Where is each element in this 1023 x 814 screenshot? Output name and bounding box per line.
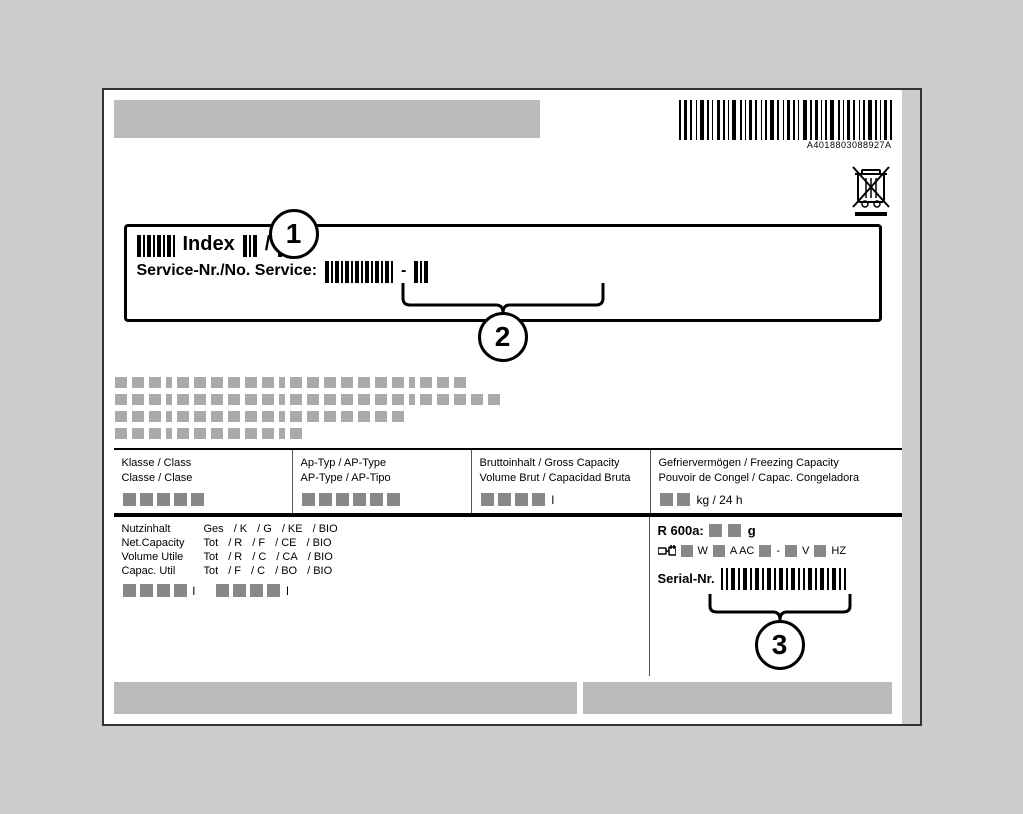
cap-col-type-header: Ap-Typ / AP-TypeAP-Type / AP-Tipo [301,456,463,487]
cap-col-class-header: Klasse / ClassClasse / Clase [122,456,284,487]
sticker-area: Index / Service-Nr./No. Service: [124,224,882,322]
bottom-gray-bar [114,682,892,714]
net-row-1: Nutzinhalt Ges / K / G / KE / BIO [122,523,641,535]
net-capacity-label: Net.Capacity [122,537,194,549]
net-row-3: Volume Utile Tot / R / C / CA / BIO [122,551,641,563]
nutzinhalt-label: Nutzinhalt [122,523,194,535]
net-capacity-ce: / CE [275,537,296,549]
badge-2: 2 [478,312,528,362]
capac-util-label: Capac. Util [122,565,194,577]
volume-utile-bio: / BIO [308,551,333,563]
capac-util-tot: Tot [204,565,219,577]
text-lines-section [114,376,910,440]
sticker-row2: Service-Nr./No. Service: [137,259,869,283]
volume-utile-label: Volume Utile [122,551,194,563]
net-capacity-tot: Tot [204,537,219,549]
r600a-unit: g [748,523,756,538]
net-bottom-val-1: l [122,583,196,598]
nutzinhalt-k: / K [234,523,247,535]
net-row-2: Net.Capacity Tot / R / F / CE / BIO [122,537,641,549]
net-row-4: Capac. Util Tot / F / C / BO / BIO [122,565,641,577]
cap-col-type-value [301,492,463,507]
text-line-1 [114,376,910,389]
net-section: Nutzinhalt Ges / K / G / KE / BIO Net.Ca… [114,515,910,676]
capac-util-f: / F [228,565,241,577]
net-capacity-f: / F [252,537,265,549]
gray-bar-top-left [114,100,540,138]
r600a-label: R 600a: [658,523,704,538]
net-left: Nutzinhalt Ges / K / G / KE / BIO Net.Ca… [114,517,650,676]
weee-icon [850,164,892,216]
cap-col-gross-header: Bruttoinhalt / Gross CapacityVolume Brut… [480,456,642,487]
gross-unit: l [552,493,555,507]
text-line-4 [114,427,910,440]
badge-1: 1 [269,209,319,259]
volume-utile-tot: Tot [204,551,219,563]
text-line-3 [114,410,910,423]
nutzinhalt-ke: / KE [282,523,303,535]
freeze-unit: kg / 24 h [697,493,743,507]
serial-row: Serial-Nr. [658,566,902,590]
nutzinhalt-ges: Ges [204,523,224,535]
net-bottom-val-2: l [215,583,289,598]
cap-col-class-value [122,492,284,507]
nutzinhalt-bio: / BIO [313,523,338,535]
capacity-table: Klasse / ClassClasse / Clase Ap-Typ / AP… [114,448,910,516]
text-line-2 [114,393,910,406]
r600a-row: R 600a: g [658,523,902,538]
volume-utile-ca: / CA [276,551,297,563]
volume-utile-r: / R [228,551,242,563]
net-capacity-r: / R [228,537,242,549]
sticker-row1: Index / [137,233,869,257]
badge-3: 3 [755,620,805,670]
label-container: A4018803088927A [102,88,922,727]
serial-label: Serial-Nr. [658,571,715,586]
cap-col-freeze-value: kg / 24 h [659,492,902,507]
net-unit-2: l [286,584,289,598]
serial-barcode [721,566,846,590]
capacity-col-gross: Bruttoinhalt / Gross CapacityVolume Brut… [472,450,651,514]
cap-col-freeze-header: Gefriervermögen / Freezing CapacityPouvo… [659,456,902,487]
index-label: Index [183,233,235,256]
barcode-number: A4018803088927A [807,140,892,150]
net-capacity-bio: / BIO [307,537,332,549]
net-bottom-row: l l [122,583,641,598]
power-icon [658,545,676,557]
right-side-bar [902,90,920,725]
bracket-down-svg [393,283,613,313]
capac-util-bo: / BO [275,565,297,577]
electrical-row: W A AC - V HZ [658,544,902,558]
capac-util-bio: / BIO [307,565,332,577]
service-nr-label: Service-Nr./No. Service: [137,262,318,280]
capacity-col-freeze: Gefriervermögen / Freezing CapacityPouvo… [651,450,910,514]
capacity-col-class: Klasse / ClassClasse / Clase [114,450,293,514]
net-unit-1: l [193,584,196,598]
cap-col-gross-value: l [480,492,642,507]
barcode-top-right: A4018803088927A [679,100,892,150]
volume-utile-c: / C [252,551,266,563]
capacity-col-type: Ap-Typ / AP-TypeAP-Type / AP-Tipo [293,450,472,514]
nutzinhalt-g: / G [257,523,272,535]
capac-util-c: / C [251,565,265,577]
net-right: R 600a: g W A AC - [650,517,910,676]
